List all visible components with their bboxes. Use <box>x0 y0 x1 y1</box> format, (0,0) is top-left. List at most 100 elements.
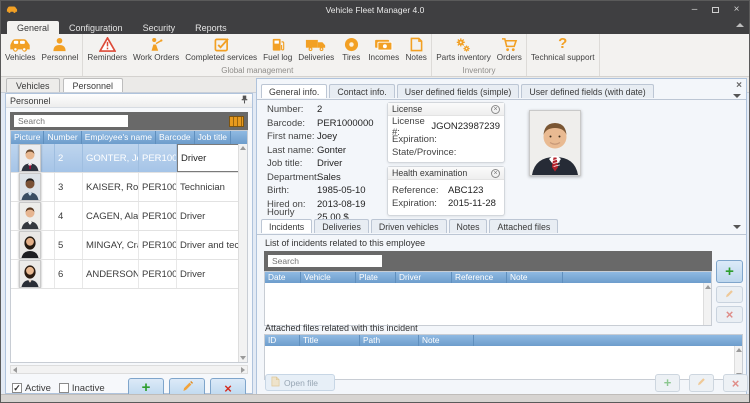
ribbon-button-technical-support[interactable]: ? Technical support <box>528 35 598 62</box>
employee-detail-panel: × General info. Contact info. User defin… <box>256 78 747 396</box>
table-row[interactable]: 4 CAGEN, Alan PER1000002 Driver <box>11 202 247 231</box>
personnel-panel-title: Personnel <box>10 96 51 106</box>
tab-notes[interactable]: Notes <box>449 219 488 233</box>
tab-general-info[interactable]: General info. <box>261 84 327 98</box>
table-row[interactable]: 3 KAISER, Roger PER1000001 Technician <box>11 173 247 202</box>
tab-personnel[interactable]: Personnel <box>63 78 124 92</box>
column-header-note[interactable]: Note <box>507 272 563 283</box>
avatar <box>19 231 41 259</box>
vertical-scrollbar[interactable] <box>238 144 247 362</box>
ribbon-button-completed-services[interactable]: Completed services <box>182 35 260 62</box>
ribbon-tab-security[interactable]: Security <box>133 21 186 34</box>
column-header-reference[interactable]: Reference <box>452 272 507 283</box>
column-header-barcode[interactable]: Barcode <box>156 131 195 144</box>
fuel-pump-icon <box>271 36 285 53</box>
ribbon-button-orders[interactable]: Orders <box>494 35 525 62</box>
column-header-note[interactable]: Note <box>419 335 474 346</box>
note-icon <box>410 36 423 53</box>
horizontal-scrollbar[interactable] <box>10 365 248 374</box>
active-checkbox[interactable]: ✓ <box>12 383 22 393</box>
ribbon-tab-configuration[interactable]: Configuration <box>59 21 133 34</box>
column-header-picture[interactable]: Picture <box>11 131 44 144</box>
ribbon-group-main: Vehicles Personnel <box>1 34 83 76</box>
column-header-plate[interactable]: Plate <box>356 272 396 283</box>
ribbon-button-deliveries[interactable]: Deliveries <box>295 35 337 62</box>
ribbon-button-label: Incomes <box>368 53 399 62</box>
add-file-button[interactable]: + <box>655 374 680 392</box>
column-header-vehicle[interactable]: Vehicle <box>301 272 356 283</box>
plus-icon: + <box>664 376 672 390</box>
tabs-overflow-icon[interactable] <box>733 94 741 98</box>
group-close-icon[interactable]: × <box>491 169 500 178</box>
field-last-name: Gonter <box>317 145 346 156</box>
tab-attached-files[interactable]: Attached files <box>489 219 558 233</box>
pin-icon[interactable] <box>241 95 248 106</box>
columns-icon[interactable] <box>229 116 244 127</box>
table-row[interactable]: 2 GONTER, Joey PER1000000 Driver <box>11 144 247 173</box>
ribbon-tab-general[interactable]: General <box>7 21 59 34</box>
ribbon-collapse-icon[interactable] <box>736 23 744 27</box>
tab-vehicles[interactable]: Vehicles <box>6 78 60 92</box>
tab-user-fields-date[interactable]: User defined fields (with date) <box>521 84 653 98</box>
column-header-id[interactable]: ID <box>265 335 300 346</box>
group-close-icon[interactable]: × <box>491 105 500 114</box>
ribbon-button-incomes[interactable]: Incomes <box>365 35 402 62</box>
panel-close-icon[interactable]: × <box>736 80 742 91</box>
column-header-title[interactable]: Title <box>300 335 360 346</box>
inactive-checkbox-label: Inactive <box>72 383 105 394</box>
ribbon-group-support: ? Technical support <box>527 34 600 76</box>
column-header-driver[interactable]: Driver <box>396 272 452 283</box>
tire-icon <box>344 36 359 53</box>
delete-file-button[interactable]: × <box>723 374 748 392</box>
ribbon-button-tires[interactable]: Tires <box>337 35 365 62</box>
ribbon-button-label: Parts inventory <box>436 53 491 62</box>
ribbon-group-label <box>527 65 599 76</box>
ribbon-button-label: Technical support <box>531 53 595 62</box>
attached-files-caption: Attached files related with this inciden… <box>265 323 418 333</box>
edit-file-button[interactable] <box>689 374 714 392</box>
tab-user-fields-simple[interactable]: User defined fields (simple) <box>397 84 520 98</box>
table-row[interactable]: 6 ANDERSON, Louise PER1000004 Driver <box>11 260 247 289</box>
open-file-button[interactable]: Open file <box>265 374 335 391</box>
maximize-button[interactable] <box>707 4 724 17</box>
column-header-path[interactable]: Path <box>360 335 419 346</box>
money-icon <box>374 36 393 53</box>
ribbon-button-parts-inventory[interactable]: Parts inventory <box>433 35 494 62</box>
personnel-search-input[interactable] <box>14 115 128 127</box>
ribbon-button-work-orders[interactable]: Work Orders <box>130 35 182 62</box>
ribbon-button-label: Reminders <box>87 53 127 62</box>
column-header-date[interactable]: Date <box>265 272 301 283</box>
subtabs-overflow-icon[interactable] <box>733 225 741 229</box>
tab-incidents[interactable]: Incidents <box>261 219 312 233</box>
field-hired-on: 2013-08-19 <box>317 199 366 210</box>
cart-icon <box>501 36 518 53</box>
close-button[interactable]: × <box>728 4 745 17</box>
tab-driven-vehicles[interactable]: Driven vehicles <box>371 219 447 233</box>
vertical-scrollbar[interactable] <box>703 283 711 325</box>
delete-incident-button[interactable]: × <box>716 306 743 323</box>
status-strip <box>1 394 749 402</box>
ribbon-button-reminders[interactable]: Reminders <box>84 35 130 62</box>
column-header-number[interactable]: Number <box>44 131 81 144</box>
field-birth: 1985-05-10 <box>317 185 366 196</box>
tab-deliveries[interactable]: Deliveries <box>314 219 369 233</box>
incidents-search-input[interactable] <box>268 255 382 267</box>
add-incident-button[interactable]: + <box>716 260 743 283</box>
ribbon-tab-reports[interactable]: Reports <box>185 21 237 34</box>
tab-contact-info[interactable]: Contact info. <box>329 84 394 98</box>
table-row[interactable]: 5 MINGAY, Craig PER1000003 Driver and te… <box>11 231 247 260</box>
ribbon-button-fuel-log[interactable]: Fuel log <box>260 35 295 62</box>
gears-icon <box>455 36 471 53</box>
column-header-name[interactable]: Employee's name <box>82 131 156 144</box>
active-checkbox-label: Active <box>25 383 51 394</box>
field-license-number: JGON23987239 <box>431 121 500 132</box>
column-header-job-title[interactable]: Job title <box>195 131 231 144</box>
ribbon-button-vehicles[interactable]: Vehicles <box>2 35 39 62</box>
ribbon-button-notes[interactable]: Notes <box>402 35 430 62</box>
minimize-button[interactable]: – <box>686 4 703 17</box>
car-icon <box>8 36 32 53</box>
ribbon-button-personnel[interactable]: Personnel <box>39 35 82 62</box>
edit-incident-button[interactable] <box>716 286 743 303</box>
inactive-checkbox[interactable] <box>59 383 69 393</box>
app-window: Vehicle Fleet Manager 4.0 – × General Co… <box>0 0 750 403</box>
